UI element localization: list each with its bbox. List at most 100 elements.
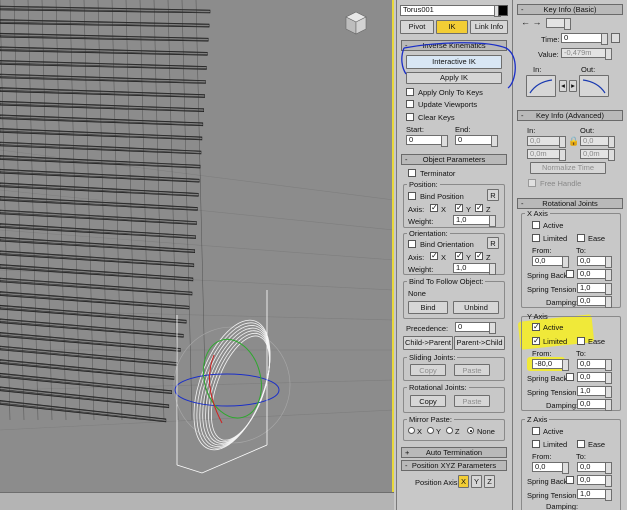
ik-rollout-header[interactable]: - Inverse Kinematics [401,40,507,51]
rotational-copy-button[interactable]: Copy [410,395,446,407]
out-tangent-next-arrow-icon[interactable]: ▸ [569,80,577,92]
normalize-time-button[interactable]: Normalize Time [530,162,606,174]
sliding-paste-button[interactable]: Paste [454,364,490,376]
z-ease-checkbox[interactable] [577,440,585,448]
orientation-axis-x-checkbox[interactable]: ✓ [430,252,438,260]
out-tangent-curve-icon[interactable] [579,75,609,97]
update-viewports-checkbox[interactable] [406,100,414,108]
bind-orientation-checkbox[interactable] [408,240,416,248]
auto-termination-header[interactable]: + Auto Termination [401,447,507,458]
adv-in-spinner-1[interactable]: 0,0 [527,136,566,148]
y-active-checkbox[interactable]: ✓ [532,323,540,331]
tab-ik[interactable]: IK [436,20,468,34]
x-spring-back-spinner[interactable]: 0,0 [577,269,612,281]
bind-button[interactable]: Bind [408,301,448,314]
tab-pivot[interactable]: Pivot [400,20,434,34]
z-spring-tension-spinner[interactable]: 1,0 [577,489,612,501]
mirror-y-radio[interactable] [427,427,434,434]
z-to-spinner[interactable]: 0,0 [577,462,612,474]
x-spring-back-checkbox[interactable] [566,270,574,278]
value-spinner[interactable]: -0,479m [561,48,612,60]
unbind-button[interactable]: Unbind [453,301,499,314]
orientation-axis-y-checkbox[interactable]: ✓ [455,252,463,260]
x-damping-spinner[interactable]: 0,0 [577,296,612,308]
x-to-spinner[interactable]: 0,0 [577,256,612,268]
in-tangent-prev-arrow-icon[interactable]: ◂ [559,80,567,92]
viewport[interactable] [0,0,394,492]
z-active-checkbox[interactable] [532,427,540,435]
orientation-axis-z-checkbox[interactable]: ✓ [475,252,483,260]
clear-keys-checkbox[interactable] [406,113,414,121]
key-number-spinner[interactable] [546,18,571,30]
key-info-basic-header[interactable]: - Key Info (Basic) [517,4,623,15]
adv-lock-icon[interactable]: 🔒 [568,136,579,147]
mirror-z-radio[interactable] [446,427,453,434]
mirror-x-radio[interactable] [408,427,415,434]
position-xyz-header[interactable]: - Position XYZ Parameters [401,460,507,471]
tab-link-info[interactable]: Link Info [470,20,508,34]
y-to-spinner[interactable]: 0,0 [577,359,612,371]
rotational-joints-header[interactable]: - Rotational Joints [517,198,623,209]
viewcube-icon[interactable] [344,10,368,36]
start-frame-spinner[interactable]: 0 [406,135,448,147]
position-axis-x-checkbox[interactable]: ✓ [430,204,438,212]
mirror-none-radio[interactable] [467,427,474,434]
x-active-checkbox[interactable] [532,221,540,229]
z-from-spinner[interactable]: 0,0 [532,462,569,474]
time-lock-icon[interactable] [611,33,620,43]
position-axis-y-button[interactable]: Y [471,475,482,488]
time-label: Time: [541,35,560,44]
z-spring-back-checkbox[interactable] [566,476,574,484]
child-parent-button[interactable]: Child->Parent [403,336,453,350]
y-spring-back-spinner[interactable]: 0,0 [577,372,612,384]
position-axis-z-button[interactable]: Z [484,475,495,488]
x-limited-checkbox[interactable] [532,234,540,242]
time-spinner[interactable]: 0 [561,33,608,45]
precedence-spinner[interactable]: 0 [455,322,496,334]
apply-ik-button[interactable]: Apply IK [406,72,502,84]
x-from-spinner[interactable]: 0,0 [532,256,569,268]
bind-position-checkbox[interactable] [408,192,416,200]
y-damping-spinner[interactable]: 0,0 [577,399,612,411]
in-tangent-curve-icon[interactable] [526,75,556,97]
position-axis-z-checkbox[interactable]: ✓ [475,204,483,212]
parent-child-button[interactable]: Parent->Child [454,336,505,350]
object-name-field[interactable]: Torus001 [400,5,501,17]
wire-line [125,0,137,421]
z-spring-back-spinner[interactable]: 0,0 [577,475,612,487]
x-ease-checkbox[interactable] [577,234,585,242]
position-axis-y-checkbox[interactable]: ✓ [455,204,463,212]
bounding-box-edge [176,444,268,474]
free-handle-checkbox[interactable] [528,179,536,187]
position-axis-x-button[interactable]: X [458,475,469,488]
rotational-paste-button[interactable]: Paste [454,395,490,407]
bind-position-r-button[interactable]: R [487,189,499,201]
adv-out-spinner-1[interactable]: 0,0 [580,136,615,148]
adv-in-spinner-2[interactable]: 0,0m [527,149,566,161]
slat-edge [0,252,194,266]
y-spring-tension-spinner[interactable]: 1,0 [577,386,612,398]
position-weight-spinner[interactable]: 1,0 [453,215,496,227]
slat-edge [0,157,201,167]
y-from-spinner[interactable]: -80,0 [532,359,569,371]
terminator-checkbox[interactable] [408,169,416,177]
bind-orientation-r-button[interactable]: R [487,237,499,249]
object-params-header[interactable]: - Object Parameters [401,154,507,165]
orientation-weight-spinner[interactable]: 1,0 [453,263,496,275]
sliding-copy-button[interactable]: Copy [410,364,446,376]
y-spring-back-checkbox[interactable] [566,373,574,381]
apply-only-to-keys-checkbox[interactable] [406,88,414,96]
timeline-bar[interactable] [0,492,394,510]
object-color-swatch[interactable] [498,5,508,16]
z-limited-checkbox[interactable] [532,440,540,448]
y-ease-checkbox[interactable] [577,337,585,345]
x-spring-tension-spinner[interactable]: 1,0 [577,283,612,295]
y-limited-checkbox[interactable]: ✓ [532,337,540,345]
prev-next-key-arrows-icon[interactable]: ← → [521,18,543,28]
position-xyz-title: Position XYZ Parameters [411,461,497,470]
key-info-adv-header[interactable]: - Key Info (Advanced) [517,110,623,121]
z-limited-label: Limited [543,440,568,449]
adv-out-spinner-2[interactable]: 0,0m [580,149,615,161]
end-frame-spinner[interactable]: 0 [455,135,498,147]
interactive-ik-button[interactable]: Interactive IK [406,55,502,69]
